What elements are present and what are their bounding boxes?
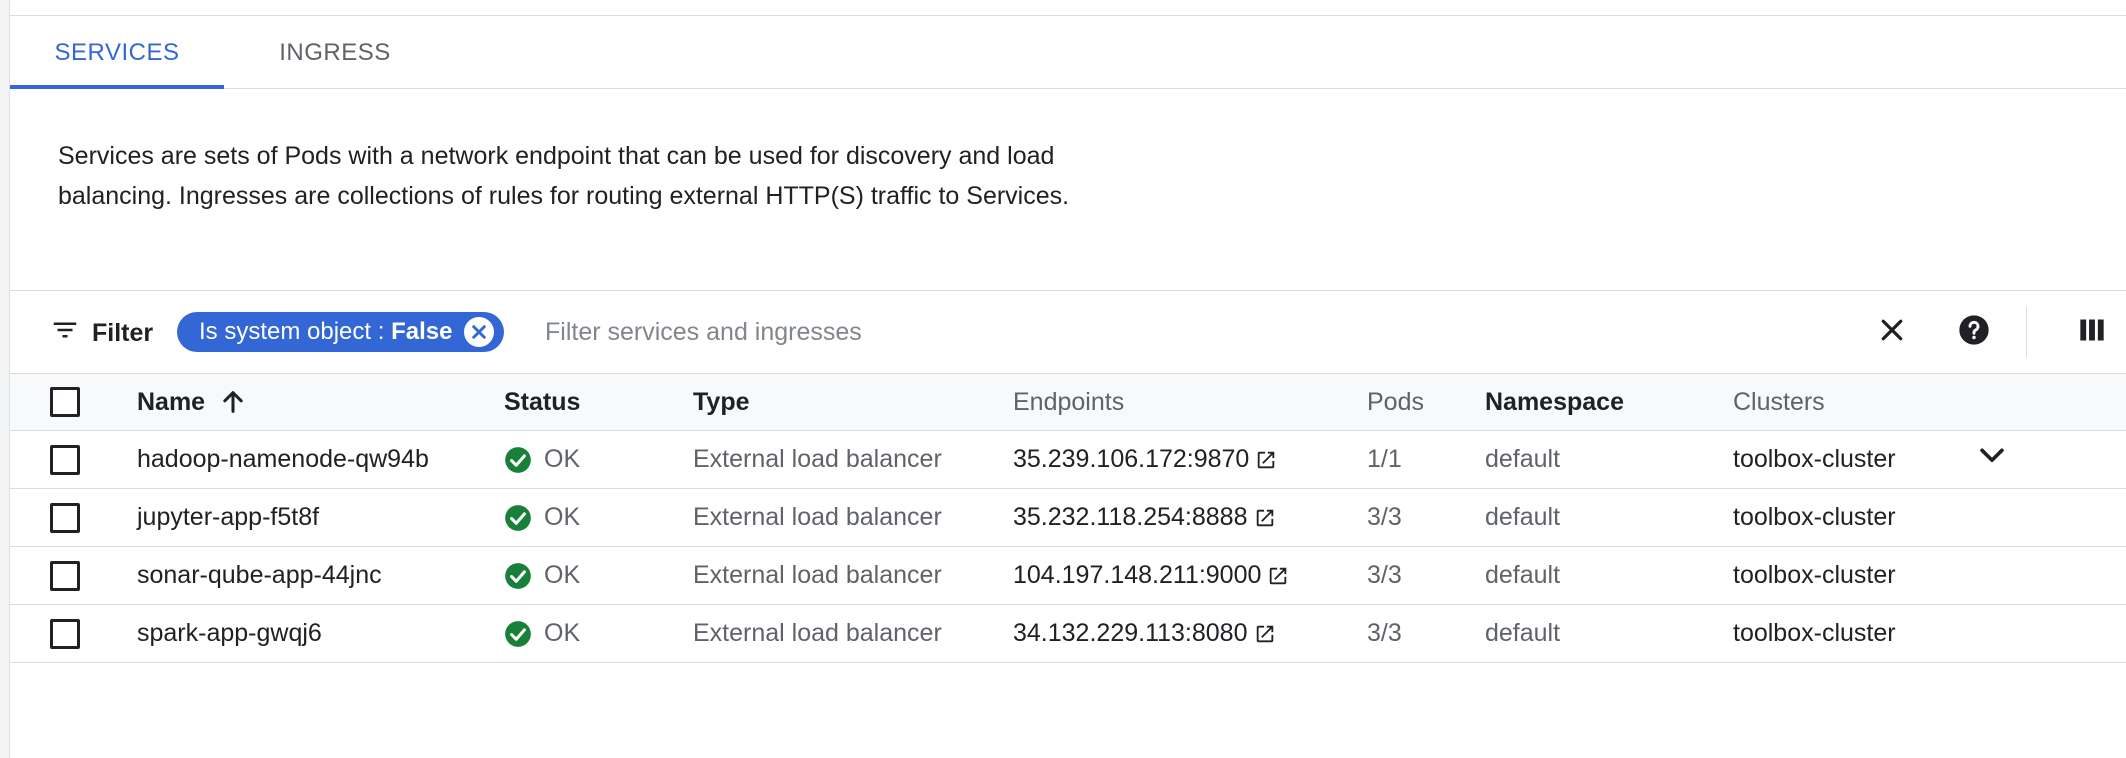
column-header-pods: Pods [1367, 387, 1424, 416]
service-name[interactable]: spark-app-gwqj6 [137, 605, 322, 662]
type-cell: External load balancer [693, 445, 942, 473]
filter-list-icon [50, 315, 80, 352]
tab-ingress[interactable]: INGRESS [250, 16, 420, 89]
services-ingress-page: SERVICES INGRESS Services are sets of Po… [0, 0, 2126, 758]
row-checkbox[interactable] [50, 502, 80, 533]
top-divider [10, 0, 2126, 16]
status-cell: OK [504, 489, 580, 546]
toolbar-divider [2026, 307, 2027, 357]
namespace-cell: default [1485, 561, 1561, 589]
cluster-cell[interactable]: toolbox-cluster [1733, 605, 1896, 662]
open-in-new-icon [1255, 449, 1277, 471]
status-text: OK [544, 445, 581, 473]
row-checkbox[interactable] [50, 560, 80, 591]
cluster-cell[interactable]: toolbox-cluster [1733, 431, 1896, 488]
filter-input[interactable] [545, 312, 1745, 352]
endpoint-text: 34.132.229.113:8080 [1013, 619, 1248, 647]
pods-cell: 1/1 [1367, 445, 1402, 473]
select-all-cell [50, 374, 80, 430]
service-name[interactable]: sonar-qube-app-44jnc [137, 547, 382, 604]
row-checkbox[interactable] [50, 618, 80, 649]
column-header-endpoints: Endpoints [1013, 387, 1125, 416]
row-select-cell [50, 489, 80, 546]
help-icon [1958, 314, 1990, 351]
type-cell: External load balancer [693, 561, 942, 589]
endpoint-link[interactable]: 35.239.106.172:9870 [1013, 431, 1277, 488]
clear-filter-button[interactable] [1870, 310, 1914, 354]
filter-button[interactable]: Filter [50, 313, 153, 353]
row-checkbox[interactable] [50, 444, 80, 475]
help-button[interactable] [1952, 310, 1996, 354]
table-row[interactable]: sonar-qube-app-44jnc OK External load ba… [10, 547, 2126, 605]
service-name[interactable]: jupyter-app-f5t8f [137, 489, 319, 546]
endpoint-text: 35.239.106.172:9870 [1013, 445, 1250, 473]
empty-area [10, 665, 2126, 758]
table-header: Name Status Type Endpoints Pods Namespac… [10, 373, 2126, 431]
check-circle-icon [504, 620, 532, 648]
column-display-button[interactable] [2070, 310, 2114, 354]
filter-chip-system-object[interactable]: Is system object : False [177, 312, 505, 352]
close-icon [1877, 315, 1907, 350]
namespace-cell: default [1485, 619, 1561, 647]
status-text: OK [544, 561, 581, 589]
select-all-checkbox[interactable] [50, 387, 80, 417]
filter-chip-value: False [391, 318, 453, 345]
endpoint-link[interactable]: 104.197.148.211:9000 [1013, 547, 1289, 604]
page-description: Services are sets of Pods with a network… [58, 142, 1070, 210]
chevron-down-icon [1975, 439, 2009, 480]
column-header-status[interactable]: Status [504, 374, 580, 430]
endpoint-text: 104.197.148.211:9000 [1013, 561, 1262, 589]
left-border [0, 0, 10, 758]
open-in-new-icon [1254, 507, 1276, 529]
row-expand-button[interactable] [1975, 431, 2009, 488]
tab-bar: SERVICES INGRESS [10, 16, 2126, 89]
pods-cell: 3/3 [1367, 503, 1402, 531]
filter-label: Filter [92, 318, 154, 347]
type-cell: External load balancer [693, 503, 942, 531]
filter-chip-key: Is system object : [199, 318, 385, 345]
endpoint-text: 35.232.118.254:8888 [1013, 503, 1248, 531]
check-circle-icon [504, 562, 532, 590]
row-select-cell [50, 605, 80, 662]
status-text: OK [544, 503, 581, 531]
service-name[interactable]: hadoop-namenode-qw94b [137, 431, 429, 488]
column-header-name[interactable]: Name [137, 374, 247, 430]
cancel-icon[interactable] [464, 317, 495, 347]
table-row[interactable]: jupyter-app-f5t8f OK External load balan… [10, 489, 2126, 547]
namespace-cell: default [1485, 503, 1561, 531]
column-header-type[interactable]: Type [693, 374, 750, 430]
check-circle-icon [504, 504, 532, 532]
namespace-cell: default [1485, 445, 1561, 473]
services-table: Name Status Type Endpoints Pods Namespac… [10, 373, 2126, 663]
pods-cell: 3/3 [1367, 561, 1402, 589]
cluster-cell[interactable]: toolbox-cluster [1733, 489, 1896, 546]
endpoint-link[interactable]: 35.232.118.254:8888 [1013, 489, 1276, 546]
status-cell: OK [504, 605, 580, 662]
type-cell: External load balancer [693, 619, 942, 647]
arrow-upward-icon[interactable] [219, 388, 247, 416]
cluster-cell[interactable]: toolbox-cluster [1733, 547, 1896, 604]
view-column-icon [2078, 316, 2106, 349]
row-select-cell [50, 431, 80, 488]
open-in-new-icon [1254, 623, 1276, 645]
column-header-namespace[interactable]: Namespace [1485, 374, 1624, 430]
pods-cell: 3/3 [1367, 619, 1402, 647]
table-row[interactable]: spark-app-gwqj6 OK External load balance… [10, 605, 2126, 663]
open-in-new-icon [1267, 565, 1289, 587]
name-header-label: Name [137, 387, 206, 416]
filter-bar: Filter Is system object : False [10, 291, 2126, 373]
status-cell: OK [504, 547, 580, 604]
tab-services[interactable]: SERVICES [10, 16, 224, 89]
endpoint-link[interactable]: 34.132.229.113:8080 [1013, 605, 1276, 662]
column-header-clusters: Clusters [1733, 387, 1825, 416]
check-circle-icon [504, 446, 532, 474]
table-row[interactable]: hadoop-namenode-qw94b OK External load b… [10, 431, 2126, 489]
row-select-cell [50, 547, 80, 604]
status-text: OK [544, 619, 581, 647]
status-cell: OK [504, 431, 580, 488]
